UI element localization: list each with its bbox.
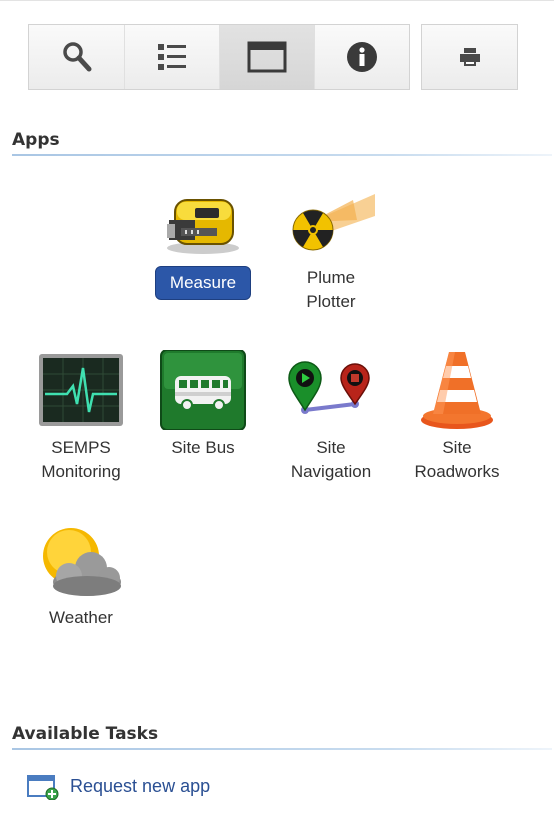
app-label: SEMPS Monitoring: [41, 438, 121, 481]
window-button[interactable]: [219, 25, 314, 89]
tape-measure-icon: [167, 199, 239, 254]
info-icon: [347, 42, 377, 72]
new-window-icon: [27, 775, 59, 800]
info-button[interactable]: [314, 25, 409, 89]
print-button[interactable]: [421, 24, 518, 90]
app-label: Site Roadworks: [414, 438, 500, 481]
app-label: Weather: [49, 608, 113, 627]
window-icon: [247, 41, 287, 73]
sun-cloud-icon: [43, 528, 121, 596]
apps-section-title: Apps: [12, 130, 60, 150]
app-site-roadworks[interactable]: Site Roadworks: [396, 350, 518, 484]
list-button[interactable]: [124, 25, 219, 89]
app-label: Site Navigation: [290, 438, 372, 481]
tasks-section-title: Available Tasks: [12, 724, 159, 744]
app-label: Plume Plotter: [306, 268, 356, 311]
app-plume-plotter[interactable]: Plume Plotter: [270, 180, 392, 314]
print-icon: [459, 48, 480, 66]
app-label: Site Bus: [171, 438, 235, 457]
view-button-group: [28, 24, 410, 90]
app-label: Measure: [154, 266, 252, 300]
app-measure[interactable]: Measure: [142, 180, 264, 300]
app-site-bus[interactable]: Site Bus: [142, 350, 264, 460]
app-site-navigation[interactable]: Site Navigation: [270, 350, 392, 484]
bus-icon: [160, 350, 246, 430]
top-border: [0, 0, 554, 1]
app-semps-monitoring[interactable]: SEMPS Monitoring: [20, 350, 142, 484]
app-weather[interactable]: Weather: [20, 520, 142, 630]
traffic-cone-icon: [421, 352, 493, 429]
search-icon: [62, 42, 91, 72]
radiation-plume-icon: [292, 194, 375, 251]
list-icon: [158, 44, 186, 70]
task-label: Request new app: [70, 775, 211, 796]
apps-section-divider: [12, 154, 552, 156]
heart-monitor-icon: [39, 354, 123, 426]
request-new-app-link[interactable]: Request new app: [26, 772, 210, 800]
tasks-section-divider: [12, 748, 552, 750]
search-button[interactable]: [29, 25, 124, 89]
map-pins-icon: [288, 361, 370, 414]
